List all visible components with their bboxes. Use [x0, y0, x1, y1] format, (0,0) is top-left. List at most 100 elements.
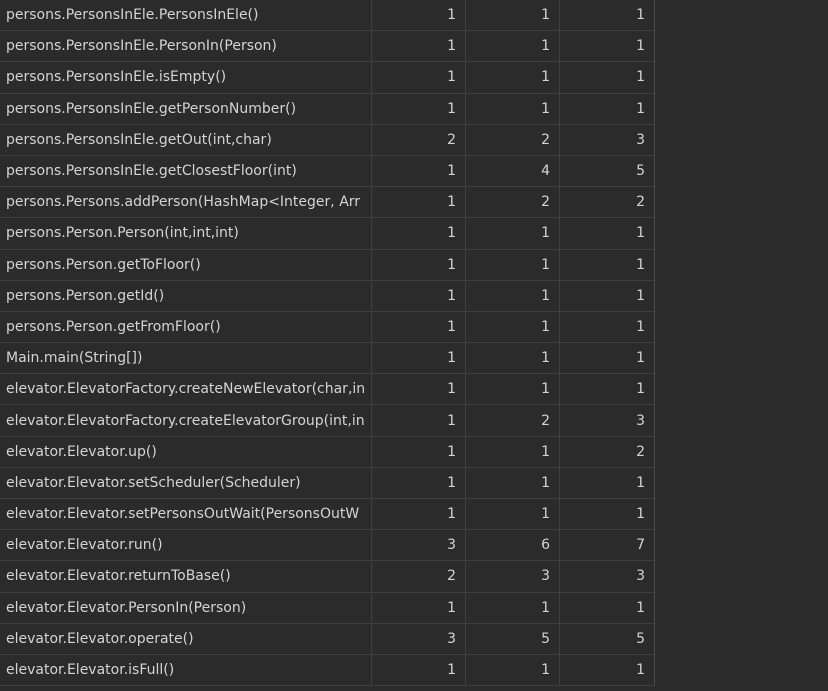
metric-value-cell: 1 — [466, 93, 560, 124]
table-row[interactable]: elevator.Elevator.returnToBase() 2 3 3 — [0, 561, 654, 593]
method-name-cell: persons.PersonsInEle.PersonsInEle() — [0, 0, 372, 31]
table-row[interactable]: Main.main(String[]) 1 1 1 — [0, 343, 654, 375]
method-name-cell: persons.Person.Person(int,int,int) — [0, 218, 372, 249]
method-name-cell: elevator.Elevator.run() — [0, 530, 372, 561]
table-row[interactable]: persons.Person.getToFloor() 1 1 1 — [0, 249, 654, 281]
table-row[interactable]: elevator.Elevator.isFull() 1 1 1 — [0, 654, 654, 687]
metric-value-cell: 1 — [636, 474, 645, 491]
metric-value-cell: 1 — [636, 38, 645, 55]
metric-value-cell: 2 — [466, 187, 560, 218]
method-name-cell: persons.PersonsInEle.isEmpty() — [0, 62, 372, 93]
metric-value-cell: 1 — [636, 69, 645, 86]
method-name-cell: elevator.Elevator.operate() — [0, 623, 372, 654]
table-row[interactable]: elevator.Elevator.up() 1 1 2 — [0, 436, 654, 468]
metric-value-cell: 1 — [636, 287, 645, 304]
metric-value-cell: 1 — [466, 436, 560, 467]
metric-value-cell: 1 — [636, 225, 645, 242]
metric-value-cell: 5 — [466, 623, 560, 654]
metric-value-cell: 3 — [466, 561, 560, 592]
table-row[interactable]: elevator.Elevator.setScheduler(Scheduler… — [0, 467, 654, 499]
metric-value-cell: 3 — [636, 131, 645, 148]
metric-value-cell: 1 — [372, 218, 466, 249]
method-name-cell: elevator.Elevator.PersonIn(Person) — [0, 592, 372, 623]
table-row[interactable]: persons.PersonsInEle.PersonsInEle() 1 1 1 — [0, 0, 654, 32]
method-name-cell: persons.Persons.addPerson(HashMap<Intege… — [0, 187, 372, 218]
metric-value-cell: 1 — [372, 467, 466, 498]
method-name-cell: persons.PersonsInEle.getClosestFloor(int… — [0, 155, 372, 187]
metric-value-cell: 2 — [466, 124, 560, 155]
metric-value-cell: 1 — [636, 318, 645, 335]
metric-value-cell: 1 — [466, 0, 560, 31]
method-name-cell: persons.Person.getFromFloor() — [0, 311, 372, 343]
empty-pane — [655, 0, 828, 691]
table-row[interactable]: elevator.ElevatorFactory.createElevatorG… — [0, 405, 654, 437]
metric-value-cell: 6 — [466, 530, 560, 561]
metric-value-cell: 1 — [372, 436, 466, 467]
metric-value-cell: 1 — [372, 249, 466, 280]
table-row[interactable]: elevator.Elevator.setPersonsOutWait(Pers… — [0, 499, 654, 531]
method-name-cell: persons.Person.getToFloor() — [0, 249, 372, 280]
method-name-cell: persons.PersonsInEle.PersonIn(Person) — [0, 31, 372, 62]
table-row[interactable]: persons.Person.Person(int,int,int) 1 1 1 — [0, 218, 654, 250]
metric-value-cell: 1 — [372, 0, 466, 31]
metric-value-cell: 1 — [372, 343, 466, 374]
metric-value-cell: 1 — [372, 280, 466, 311]
metric-value-cell: 1 — [466, 31, 560, 62]
metric-value-cell: 1 — [372, 93, 466, 124]
metric-value-cell: 2 — [466, 405, 560, 436]
table-row[interactable]: persons.PersonsInEle.PersonIn(Person) 1 1 1 — [0, 31, 654, 63]
metric-value-cell: 2 — [636, 194, 645, 211]
metric-value-cell: 1 — [466, 280, 560, 311]
table-row[interactable]: elevator.ElevatorFactory.createNewElevat… — [0, 374, 654, 406]
metric-value-cell: 1 — [372, 405, 466, 436]
metric-value-cell: 4 — [466, 155, 560, 187]
table-row[interactable]: persons.PersonsInEle.isEmpty() 1 1 1 — [0, 62, 654, 94]
table-row[interactable]: persons.Person.getId() 1 1 1 — [0, 280, 654, 312]
table-row[interactable]: elevator.Elevator.PersonIn(Person) 1 1 1 — [0, 592, 654, 624]
table-row[interactable]: persons.PersonsInEle.getClosestFloor(int… — [0, 155, 654, 188]
metric-value-cell: 1 — [372, 311, 466, 343]
metric-value-cell: 1 — [466, 62, 560, 93]
table-row[interactable]: elevator.Elevator.run() 3 6 7 — [0, 530, 654, 562]
metric-value-cell: 2 — [372, 124, 466, 155]
method-name-cell: elevator.ElevatorFactory.createNewElevat… — [0, 374, 372, 405]
metric-value-cell: 1 — [636, 506, 645, 523]
metric-value-cell: 3 — [636, 568, 645, 585]
metric-value-cell: 1 — [372, 31, 466, 62]
metric-value-cell: 1 — [466, 343, 560, 374]
metric-value-cell: 1 — [636, 256, 645, 273]
metric-value-cell: 1 — [636, 599, 645, 616]
metric-value-cell: 5 — [636, 630, 645, 647]
metric-value-cell: 1 — [372, 374, 466, 405]
table-row[interactable]: elevator.Elevator.operate() 3 5 5 — [0, 623, 654, 655]
metrics-table: persons.PersonsInEle.PersonsInEle() 1 1 1 pe… — [0, 0, 655, 687]
method-name-cell: elevator.ElevatorFactory.createElevatorG… — [0, 405, 372, 436]
method-name-cell: persons.Person.getId() — [0, 280, 372, 311]
metric-value-cell: 1 — [372, 155, 466, 187]
method-name-cell: persons.PersonsInEle.getPersonNumber() — [0, 93, 372, 124]
metric-value-cell: 2 — [636, 443, 645, 460]
metric-value-cell: 1 — [466, 654, 560, 686]
table-row[interactable]: persons.PersonsInEle.getOut(int,char) 2 2 3 — [0, 124, 654, 156]
metric-value-cell: 1 — [372, 592, 466, 623]
table-row[interactable]: persons.Person.getFromFloor() 1 1 1 — [0, 311, 654, 344]
metric-value-cell: 1 — [372, 499, 466, 530]
metric-value-cell: 1 — [466, 374, 560, 405]
metric-value-cell: 1 — [466, 467, 560, 498]
method-name-cell: Main.main(String[]) — [0, 343, 372, 374]
metric-value-cell: 2 — [372, 561, 466, 592]
metric-value-cell: 1 — [372, 654, 466, 686]
method-name-cell: elevator.Elevator.up() — [0, 436, 372, 467]
metric-value-cell: 1 — [372, 187, 466, 218]
metric-value-cell: 1 — [466, 592, 560, 623]
metric-value-cell: 1 — [372, 62, 466, 93]
metric-value-cell: 3 — [372, 530, 466, 561]
metric-value-cell: 3 — [372, 623, 466, 654]
method-name-cell: persons.PersonsInEle.getOut(int,char) — [0, 124, 372, 155]
metric-value-cell: 3 — [636, 412, 645, 429]
metric-value-cell: 1 — [636, 662, 645, 679]
method-name-cell: elevator.Elevator.isFull() — [0, 654, 372, 686]
metric-value-cell: 1 — [636, 100, 645, 117]
table-row[interactable]: persons.PersonsInEle.getPersonNumber() 1 1… — [0, 93, 654, 125]
table-row[interactable]: persons.Persons.addPerson(HashMap<Intege… — [0, 187, 654, 219]
